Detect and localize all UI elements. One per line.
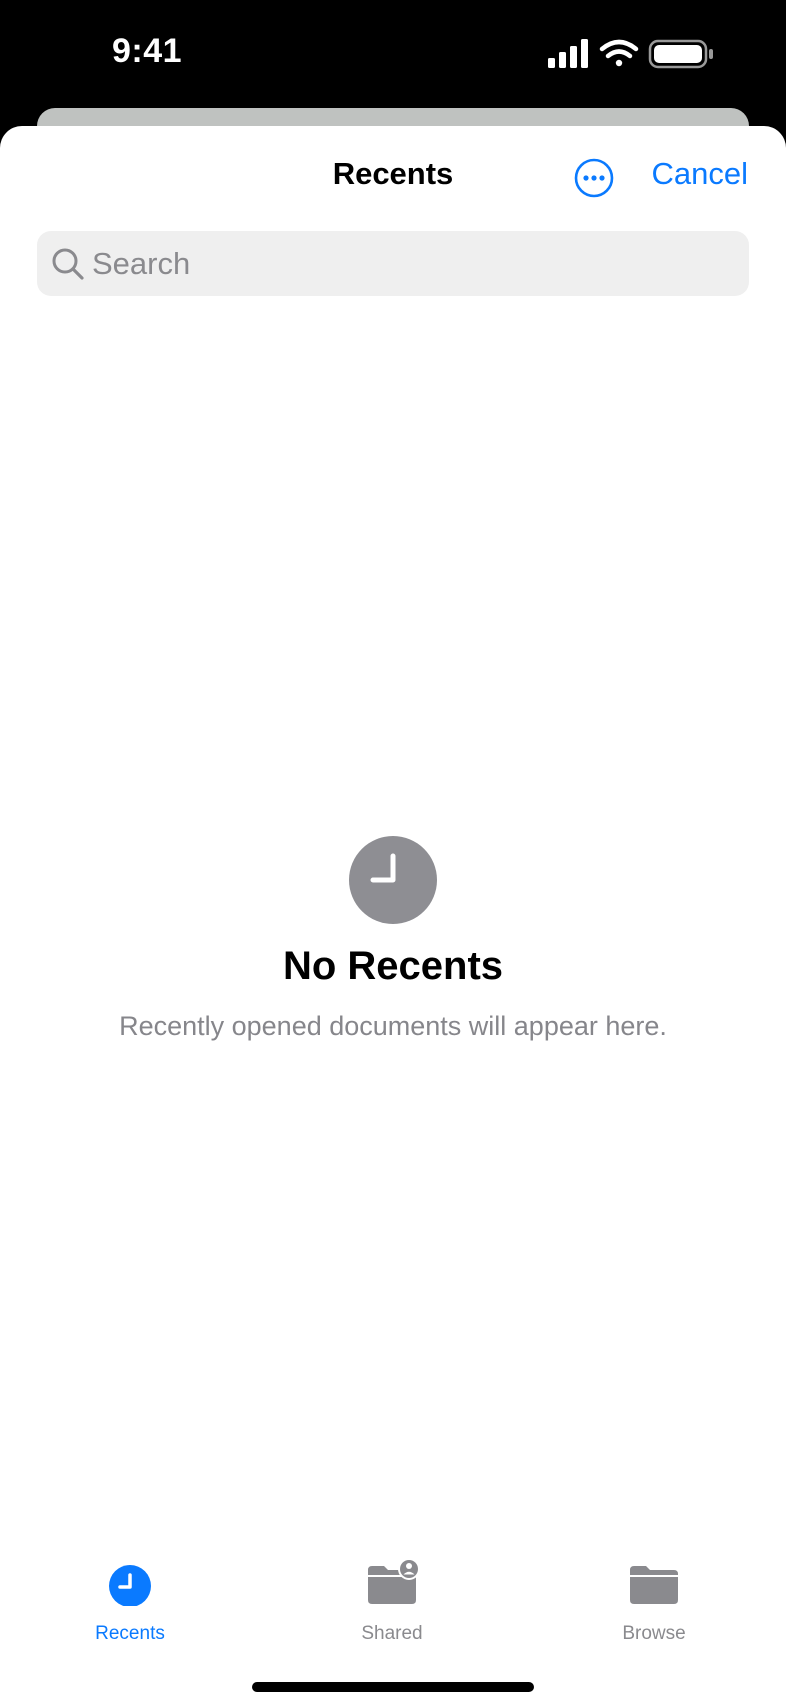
empty-state-title: No Recents — [282, 944, 504, 988]
folder-icon — [630, 1566, 678, 1604]
search-icon — [52, 248, 84, 280]
document-picker-sheet: Recents Cancel No Recents Recently opene… — [0, 126, 786, 1704]
wifi-icon — [599, 39, 639, 67]
battery-icon — [648, 39, 713, 69]
tab-browse[interactable]: Browse — [554, 1556, 754, 1666]
search-input[interactable] — [92, 231, 732, 296]
tab-shared[interactable]: Shared — [292, 1556, 492, 1666]
cellular-signal-icon — [548, 39, 588, 68]
tab-recents[interactable]: Recents — [30, 1556, 230, 1666]
ellipsis-circle-icon — [574, 158, 614, 198]
tab-label-shared: Shared — [361, 1623, 423, 1644]
home-indicator — [252, 1682, 534, 1692]
shared-folder-icon — [368, 1558, 420, 1604]
more-options-button[interactable] — [574, 158, 614, 198]
tab-bar: Recents Shared Browse — [0, 1556, 786, 1676]
tab-label-recents: Recents — [95, 1623, 165, 1644]
empty-state-subtitle: Recently opened documents will appear he… — [119, 1011, 667, 1041]
status-time: 9:41 — [112, 32, 183, 70]
clock-icon — [349, 836, 437, 924]
status-icons — [548, 38, 718, 70]
search-field[interactable] — [37, 231, 749, 296]
cancel-button[interactable]: Cancel — [652, 156, 749, 192]
tab-label-browse: Browse — [622, 1623, 686, 1644]
clock-icon — [109, 1565, 151, 1606]
status-bar: 9:41 — [0, 0, 786, 108]
